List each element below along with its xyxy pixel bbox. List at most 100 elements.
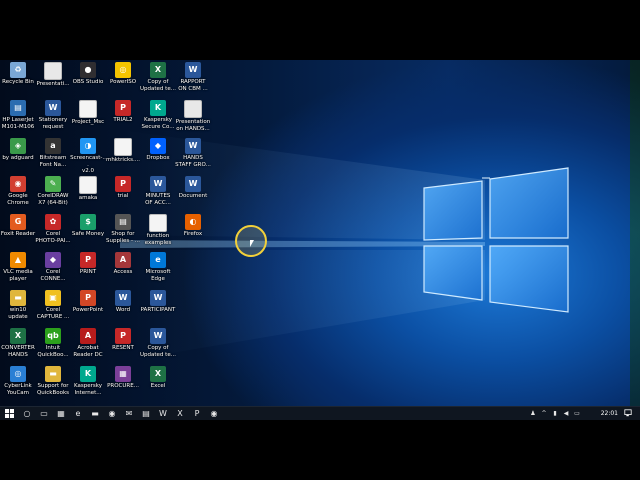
desktop-icon-label: RAPPORT ON CBM ... <box>178 79 208 92</box>
desktop-icon[interactable]: K Kaspersky Secure Co... <box>140 100 176 130</box>
desktop-icon[interactable]: ◎ CyberLink YouCam <box>0 366 36 396</box>
desktop-icon[interactable]: ▲ VLC media player <box>0 252 36 282</box>
windows-logo-icon[interactable] <box>2 407 16 420</box>
desktop-icon[interactable]: Presentati... <box>35 62 71 88</box>
taskbar-clock[interactable]: 22:01 <box>601 407 618 420</box>
obs-icon: ● <box>80 62 96 78</box>
folder-icon: ▬ <box>10 290 26 306</box>
action-center-icon[interactable] <box>622 407 634 420</box>
desktop-icon-label: Presentati... <box>36 81 70 87</box>
desktop-icon[interactable]: ♻ Recycle Bin <box>0 62 36 86</box>
desktop-icon[interactable]: K Kaspersky Internet... <box>70 366 106 396</box>
edge-icon: e <box>150 252 166 268</box>
pdf-icon: P <box>115 100 131 116</box>
desktop-icon[interactable]: W Word <box>105 290 141 314</box>
desktop-icon[interactable]: ▦ PROCURE... <box>105 366 141 390</box>
desktop-icon[interactable]: W HANDS STAFF GRO... <box>175 138 211 168</box>
calculator-icon[interactable]: ▦ <box>54 407 68 420</box>
desktop-icon-label: MINUTES OF ACC... <box>145 193 171 206</box>
desktop-icon[interactable]: A Acrobat Reader DC <box>70 328 106 358</box>
screen-edge-artifact <box>630 60 640 406</box>
desktop-icon-label: PARTICIPANT <box>140 307 176 313</box>
safe-money-icon: $ <box>80 214 96 230</box>
desktop-icon[interactable]: qb Intuit QuickBoo... <box>35 328 71 358</box>
desktop-icon[interactable]: ◐ Firefox <box>175 214 211 238</box>
quickbooks-icon: qb <box>45 328 61 344</box>
edge-taskbar-icon[interactable]: e <box>71 407 85 420</box>
excel-taskbar-icon[interactable]: X <box>173 407 187 420</box>
cortana-search-icon[interactable]: ○ <box>20 407 34 420</box>
word-doc-icon: W <box>45 100 61 116</box>
desktop-icon[interactable]: function examples <box>140 214 176 246</box>
powerpoint-taskbar-icon[interactable]: P <box>190 407 204 420</box>
desktop-icon[interactable]: ▤ Shop for Supplies - ... <box>105 214 141 244</box>
language-icon[interactable]: ▭ <box>572 407 582 420</box>
store-icon[interactable]: ▤ <box>139 407 153 420</box>
desktop-icon-label: VLC media player <box>3 269 33 282</box>
show-hidden-icons-chevron[interactable]: ^ <box>539 407 549 420</box>
desktop-icon[interactable]: Presentation on HANDS... <box>175 100 211 132</box>
desktop-icon[interactable]: G Foxit Reader <box>0 214 36 238</box>
word-doc-icon: W <box>150 328 166 344</box>
desktop-icon[interactable]: ● OBS Studio <box>70 62 106 86</box>
chrome-taskbar-icon[interactable]: ◉ <box>105 407 119 420</box>
desktop-icon[interactable]: P TRIAL2 <box>105 100 141 124</box>
people-icon[interactable]: ♟ <box>528 407 538 420</box>
document-icon <box>114 138 132 156</box>
desktop-icon[interactable]: X CONVERTER HANDS <box>0 328 36 358</box>
desktop-icon[interactable]: W Copy of Updated te... <box>140 328 176 358</box>
desktop-icon[interactable]: ◑ Screencast-... v2.0 <box>70 138 106 175</box>
firefox-icon: ◐ <box>185 214 201 230</box>
desktop-icon[interactable]: amaka <box>70 176 106 202</box>
desktop-icon[interactable]: Ptrial <box>105 176 141 200</box>
desktop-icon[interactable]: ▤ HP LaserJet M101-M106 <box>0 100 36 130</box>
access-icon: A <box>115 252 131 268</box>
printer-icon: ▤ <box>10 100 26 116</box>
desktop-icon-label: PowerPoint <box>72 307 104 313</box>
desktop-icon[interactable]: ✿ Corel PHOTO-PAI... <box>35 214 71 244</box>
desktop-icon[interactable]: ▣ Corel CAPTURE ... <box>35 290 71 320</box>
shield-icon: ◈ <box>10 138 26 154</box>
file-explorer-icon[interactable]: ▬ <box>88 407 102 420</box>
desktop-icon[interactable]: A Access <box>105 252 141 276</box>
desktop-icon[interactable]: ▬ win10 update <box>0 290 36 320</box>
network-icon[interactable]: ▮ <box>550 407 560 420</box>
desktop-icon[interactable]: W Document <box>175 176 211 200</box>
desktop-icon[interactable]: W PARTICIPANT <box>140 290 176 314</box>
desktop-icon-label: by adguard <box>2 155 34 161</box>
desktop-icon-label: mhktricks.... <box>105 157 141 163</box>
desktop-icon[interactable]: X Copy of Updated te... <box>140 62 176 92</box>
desktop-icon[interactable]: ▬ Support for QuickBooks <box>35 366 71 396</box>
desktop-icon[interactable]: X Excel <box>140 366 176 390</box>
desktop-icon[interactable]: ◉ Google Chrome <box>0 176 36 206</box>
volume-icon[interactable]: ◀ <box>561 407 571 420</box>
desktop-icon[interactable]: mhktricks.... <box>105 138 141 164</box>
word-icon: W <box>115 290 131 306</box>
desktop-icon-label: HP LaserJet M101-M106 <box>1 117 35 130</box>
desktop-icon[interactable]: P RESENT <box>105 328 141 352</box>
desktop-icon[interactable]: Project_Msc <box>70 100 106 126</box>
desktop-icon[interactable]: W Stationery request <box>35 100 71 130</box>
desktop-icon[interactable]: ◆ Corel CONNE... <box>35 252 71 282</box>
desktop-icon-label: CorelDRAW X7 (64-Bit) <box>37 193 69 206</box>
desktop-icon-label: Corel CAPTURE ... <box>36 307 70 320</box>
desktop-icon[interactable]: ◎ PowerISO <box>105 62 141 86</box>
desktop-icon[interactable]: P PRINT <box>70 252 106 276</box>
desktop-icon[interactable]: ◆ Dropbox <box>140 138 176 162</box>
mail-icon[interactable]: ✉ <box>122 407 136 420</box>
desktop-icon-label: Microsoft Edge <box>145 269 171 282</box>
desktop-icon-label: Excel <box>150 383 166 389</box>
desktop-icon[interactable]: W RAPPORT ON CBM ... <box>175 62 211 92</box>
desktop-icon[interactable]: e Microsoft Edge <box>140 252 176 282</box>
desktop-icon[interactable]: W MINUTES OF ACC... <box>140 176 176 206</box>
desktop-icon[interactable]: P PowerPoint <box>70 290 106 314</box>
screen-recorder-icon[interactable]: ◉ <box>207 407 221 420</box>
word-taskbar-icon[interactable]: W <box>156 407 170 420</box>
youcam-icon: ◎ <box>10 366 26 382</box>
word-doc-icon: W <box>150 176 166 192</box>
task-view-icon[interactable]: ▭ <box>37 407 51 420</box>
desktop-icon[interactable]: $ Safe Money <box>70 214 106 238</box>
desktop-icon[interactable]: ✎ CorelDRAW X7 (64-Bit) <box>35 176 71 206</box>
desktop-icon[interactable]: ◈ by adguard <box>0 138 36 162</box>
desktop-icon[interactable]: a Bitstream Font Na... <box>35 138 71 168</box>
